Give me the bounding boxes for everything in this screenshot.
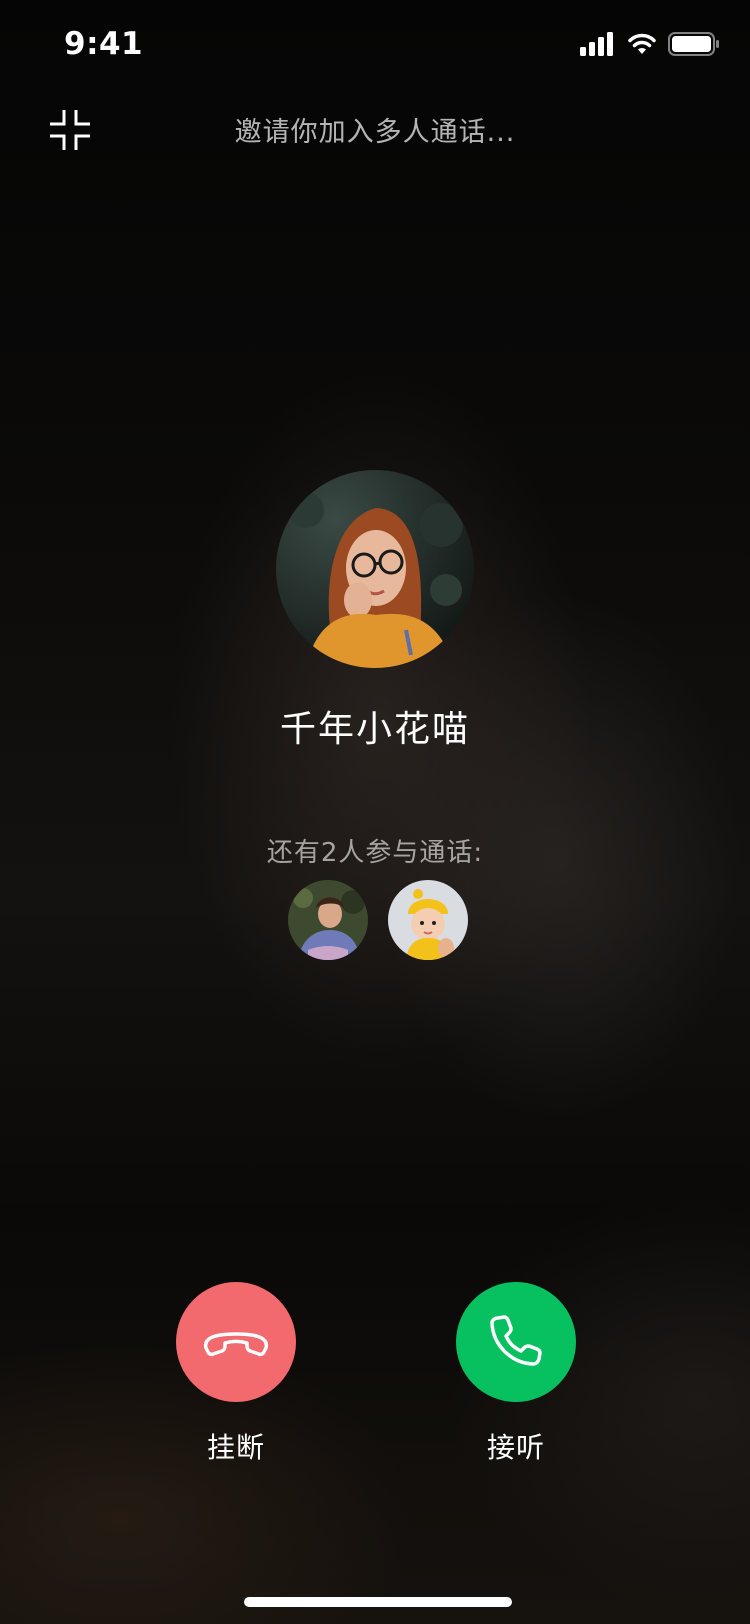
accept-action: 接听 [456,1282,576,1466]
hangup-button[interactable] [176,1282,296,1402]
signal-icon [580,32,613,56]
hangup-label: 挂断 [206,1431,265,1464]
incoming-call-screen: 9:41 邀请你加入多人通话... 千年小花喵 还有2人参与通话: 挂断 接听 [0,0,750,1624]
wifi-icon [628,33,656,54]
participant-avatar [288,880,368,960]
caller-avatar [276,470,474,668]
status-bar: 9:41 [0,0,750,90]
battery-icon [668,32,719,56]
accept-phone-icon [490,1315,542,1366]
accept-button[interactable] [456,1282,576,1402]
hangup-action: 挂断 [176,1282,296,1466]
hangup-phone-icon [203,1332,269,1357]
status-time: 9:41 [64,26,144,62]
participant-list [288,880,468,960]
caller-name: 千年小花喵 [279,709,470,750]
accept-label: 接听 [486,1431,545,1464]
status-icons [580,32,720,56]
participant-avatar [388,880,468,960]
invite-text: 邀请你加入多人通话... [234,117,516,148]
home-indicator[interactable] [244,1597,512,1607]
participants-label: 还有2人参与通话: [266,838,484,868]
